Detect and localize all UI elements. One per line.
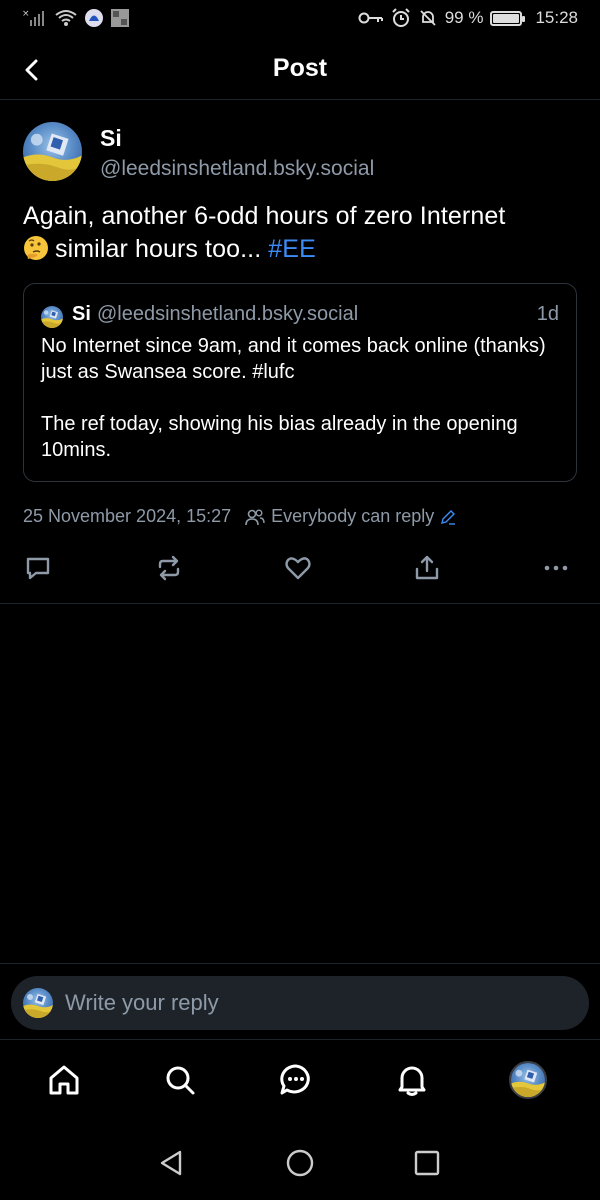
share-icon xyxy=(415,555,439,580)
nav-search[interactable] xyxy=(160,1060,200,1100)
hashtag-link[interactable]: #EE xyxy=(268,235,316,263)
post-actions xyxy=(0,550,600,586)
like-button[interactable] xyxy=(280,550,316,586)
gallery-icon xyxy=(111,9,129,27)
system-home-button[interactable] xyxy=(285,1148,315,1178)
post-meta: 25 November 2024, 15:27 Everybody can re… xyxy=(23,506,456,527)
mute-bell-icon xyxy=(420,10,436,26)
reply-composer-bar: Write your reply xyxy=(0,963,600,1039)
square-recents-icon xyxy=(414,1150,440,1176)
pencil-icon xyxy=(441,509,456,525)
author-handle[interactable]: @leedsinshetland.bsky.social xyxy=(100,157,374,181)
battery-icon xyxy=(490,10,526,26)
quoted-paragraph-2: The ref today, showing his bias already … xyxy=(41,413,518,461)
system-navigation-bar xyxy=(0,1124,600,1200)
status-right: 99 % 15:28 xyxy=(358,8,578,28)
nav-notifications[interactable] xyxy=(392,1060,432,1100)
reply-button[interactable] xyxy=(20,550,56,586)
reply-setting-label: Everybody can reply xyxy=(271,506,435,526)
repost-icon xyxy=(158,555,180,581)
quoted-paragraph-1: No Internet since 9am, and it comes back… xyxy=(41,335,546,383)
author-avatar[interactable] xyxy=(23,122,82,181)
system-back-button[interactable] xyxy=(156,1148,186,1178)
page-title: Post xyxy=(272,54,328,82)
more-options-button[interactable] xyxy=(538,550,574,586)
nav-home[interactable] xyxy=(44,1060,84,1100)
alarm-icon xyxy=(391,8,410,27)
ellipsis-icon xyxy=(544,565,568,571)
reply-avatar xyxy=(23,988,53,1018)
key-icon xyxy=(358,12,383,24)
repost-button[interactable] xyxy=(151,550,187,586)
battery-percent: 99 % xyxy=(444,8,484,27)
post-thread: Si @leedsinshetland.bsky.social Again, a… xyxy=(0,100,600,604)
search-icon xyxy=(166,1066,195,1095)
status-left: × xyxy=(22,8,130,28)
system-recents-button[interactable] xyxy=(412,1148,442,1178)
app-notification-icon xyxy=(85,9,103,27)
profile-avatar xyxy=(509,1061,547,1099)
quoted-post-time: 1d xyxy=(536,303,559,325)
heart-icon xyxy=(285,557,311,580)
post-text-line1: Again, another 6-odd hours of zero Inter… xyxy=(23,202,506,230)
reply-input[interactable]: Write your reply xyxy=(11,976,589,1030)
post-text: Again, another 6-odd hours of zero Inter… xyxy=(23,200,583,266)
home-icon xyxy=(49,1065,79,1095)
thinking-face-emoji-icon xyxy=(24,236,48,260)
quoted-post-text: No Internet since 9am, and it comes back… xyxy=(41,333,561,463)
signal-icon: × xyxy=(22,9,44,26)
chat-icon xyxy=(280,1064,310,1095)
quoted-post[interactable]: Si @leedsinshetland.bsky.social 1d No In… xyxy=(23,283,577,482)
wifi-icon xyxy=(55,10,77,26)
post-timestamp: 25 November 2024, 15:27 xyxy=(23,506,232,526)
comment-icon xyxy=(26,557,50,580)
clock: 15:28 xyxy=(535,8,578,27)
post-text-line2: similar hours too... xyxy=(55,235,262,263)
reply-placeholder: Write your reply xyxy=(65,990,219,1015)
quoted-author-avatar xyxy=(41,306,63,328)
bell-icon xyxy=(398,1066,426,1096)
svg-text:×: × xyxy=(22,9,30,19)
bottom-nav xyxy=(0,1039,600,1124)
top-bar: Post xyxy=(0,40,600,100)
nav-profile[interactable] xyxy=(508,1060,548,1100)
status-bar: × 99 % 15:28 xyxy=(0,0,600,40)
people-icon xyxy=(245,509,265,525)
quoted-author-name: Si xyxy=(72,303,91,325)
reply-setting[interactable]: Everybody can reply xyxy=(245,506,456,527)
author-name[interactable]: Si xyxy=(100,125,122,152)
share-button[interactable] xyxy=(409,550,445,586)
nav-chat[interactable] xyxy=(276,1060,316,1100)
circle-home-icon xyxy=(286,1149,314,1177)
quoted-author-handle: @leedsinshetland.bsky.social xyxy=(97,303,359,325)
triangle-back-icon xyxy=(160,1150,182,1176)
